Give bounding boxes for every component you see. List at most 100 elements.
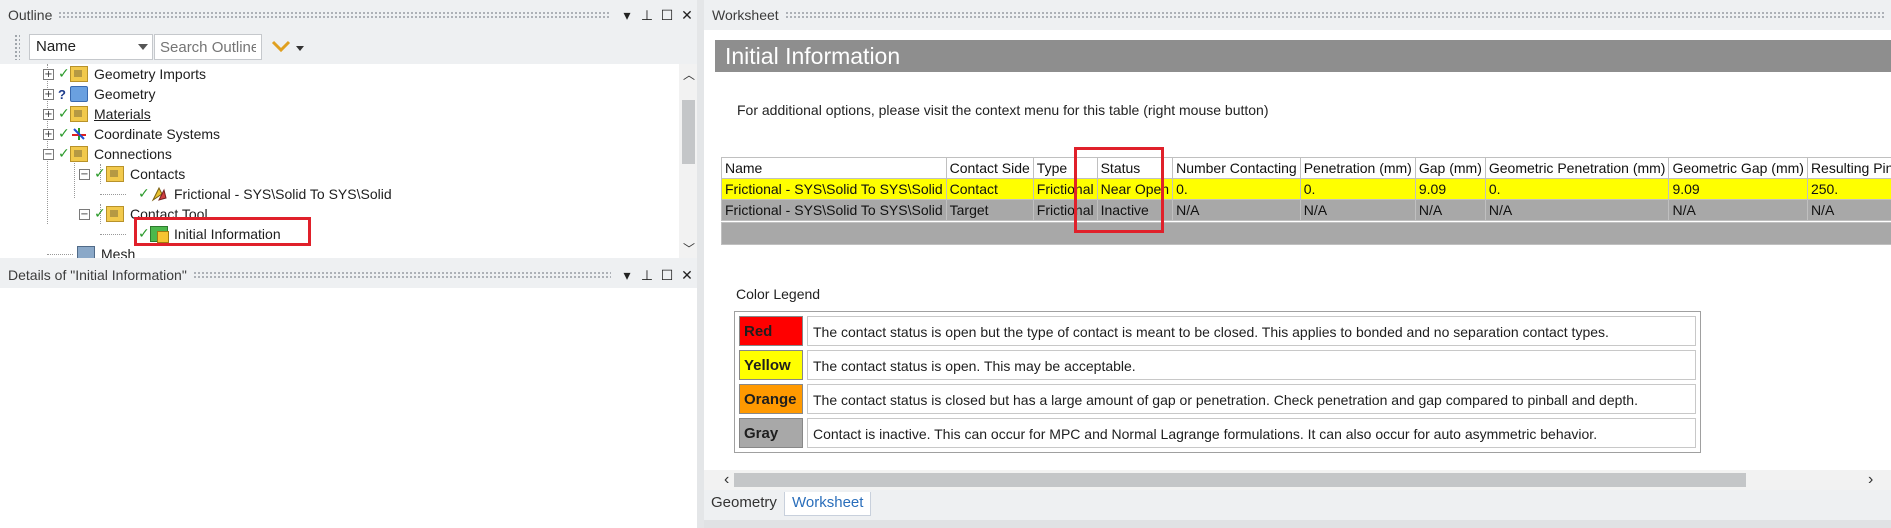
header-grip [58, 11, 611, 19]
scroll-left-icon[interactable]: ‹ [724, 471, 729, 489]
table-row[interactable]: Frictional - SYS\Solid To SYS\Solid Targ… [721, 199, 1891, 221]
table-cell: 0. [1172, 178, 1301, 200]
chevron-down-icon [138, 44, 148, 50]
table-cell: N/A [1414, 199, 1486, 221]
tree-item-geometry[interactable]: + ? Geometry [43, 84, 155, 104]
folder-icon [106, 166, 124, 182]
header-grip [192, 271, 611, 279]
legend-title: Color Legend [736, 286, 821, 302]
table-cell: 9.09 [1668, 178, 1808, 200]
tree-item-coordinate-systems[interactable]: + ✓ Coordinate Systems [43, 124, 220, 144]
column-header[interactable]: Number Contacting [1172, 157, 1301, 179]
details-title: Details of "Initial Information" [8, 267, 187, 283]
table-cell: Contact [945, 178, 1034, 200]
scroll-right-icon[interactable]: › [1868, 471, 1873, 489]
close-icon[interactable]: ✕ [677, 267, 697, 284]
maximize-icon[interactable]: ☐ [657, 7, 677, 24]
legend-swatch-yellow: Yellow [739, 350, 803, 380]
table-cell: Frictional - SYS\Solid To SYS\Solid [721, 199, 947, 221]
column-header[interactable]: Name [721, 157, 947, 179]
scroll-down-icon[interactable]: ﹀ [683, 240, 695, 257]
tree-item-label: Geometry [94, 86, 156, 102]
contact-information-table[interactable]: Name Contact Side Type Status Number Con… [721, 157, 1891, 221]
table-cell: Frictional - SYS\Solid To SYS\Solid [721, 178, 947, 200]
outline-panel-header: Outline ▾ ⊥ ☐ ✕ [0, 5, 697, 25]
checkmark-icon: ✓ [94, 206, 106, 222]
legend-description: Contact is inactive. This can occur for … [807, 418, 1696, 448]
tab-geometry[interactable]: Geometry [704, 492, 784, 516]
table-cell: 0. [1299, 178, 1416, 200]
dropdown-icon[interactable]: ▾ [617, 7, 637, 24]
pin-icon[interactable]: ⊥ [637, 267, 657, 284]
expand-icon[interactable]: + [43, 128, 54, 140]
table-footer-bar [721, 222, 1891, 245]
table-header-row: Name Contact Side Type Status Number Con… [721, 157, 1891, 179]
scroll-thumb[interactable] [682, 100, 695, 164]
tree-item-geometry-imports[interactable]: + ✓ Geometry Imports [43, 64, 206, 84]
legend-swatch-orange: Orange [739, 384, 803, 414]
tree-item-label: Contacts [130, 166, 186, 182]
outline-toolbar: Name [0, 30, 697, 64]
legend-row: Red The contact status is open but the t… [737, 314, 1698, 348]
tree-connector [100, 234, 126, 235]
scroll-up-icon[interactable]: ︿ [683, 66, 695, 83]
expand-icon[interactable]: + [43, 68, 54, 80]
tree-item-label: Connections [94, 146, 172, 162]
dropdown-icon[interactable]: ▾ [617, 267, 637, 284]
filter-dropdown-icon[interactable] [296, 46, 304, 51]
tree-item-label: Geometry Imports [94, 66, 207, 82]
scroll-thumb[interactable] [734, 473, 1746, 487]
legend-swatch-red: Red [739, 316, 803, 346]
column-header[interactable]: Resulting Pinball ( [1806, 157, 1891, 179]
worksheet-panel-title: Worksheet [712, 7, 779, 23]
horizontal-scrollbar[interactable]: ‹ › [704, 470, 1891, 490]
collapse-icon[interactable]: − [79, 168, 90, 180]
column-header[interactable]: Geometric Gap (mm) [1668, 157, 1808, 179]
legend-row: Yellow The contact status is open. This … [737, 348, 1698, 382]
column-header[interactable]: Contact Side [945, 157, 1034, 179]
outline-tree[interactable]: + ✓ Geometry Imports + ? Geometry + ✓ Ma… [0, 64, 697, 258]
toolbar-grip[interactable] [14, 34, 20, 60]
details-panel-header: Details of "Initial Information" ▾ ⊥ ☐ ✕ [0, 265, 697, 285]
legend-row: Orange The contact status is closed but … [737, 382, 1698, 416]
tree-connector [100, 194, 126, 195]
folder-icon [70, 66, 88, 82]
column-header[interactable]: Penetration (mm) [1299, 157, 1416, 179]
expand-icon[interactable]: + [43, 108, 54, 120]
folder-icon [70, 146, 88, 162]
checkmark-icon: ✓ [58, 106, 70, 122]
filter-chevron-icon[interactable] [270, 36, 292, 56]
table-row[interactable]: Frictional - SYS\Solid To SYS\Solid Cont… [721, 178, 1891, 200]
collapse-icon[interactable]: − [43, 148, 54, 160]
mesh-icon [77, 246, 95, 258]
collapse-icon[interactable]: − [79, 208, 90, 220]
name-filter-select[interactable]: Name [29, 34, 153, 60]
checkmark-icon: ✓ [138, 186, 150, 202]
tree-scrollbar[interactable]: ︿ ﹀ [679, 64, 697, 258]
column-header[interactable]: Gap (mm) [1414, 157, 1486, 179]
tree-item-label: Mesh [101, 246, 136, 258]
tab-worksheet[interactable]: Worksheet [784, 492, 872, 516]
maximize-icon[interactable]: ☐ [657, 267, 677, 284]
tree-item-contacts[interactable]: − ✓ Contacts [79, 164, 185, 184]
tree-item-connections[interactable]: − ✓ Connections [43, 144, 172, 164]
worksheet-hint: For additional options, please visit the… [737, 102, 1269, 118]
legend-row: Gray Contact is inactive. This can occur… [737, 416, 1698, 450]
coordinate-system-icon [70, 126, 88, 142]
close-icon[interactable]: ✕ [677, 7, 697, 24]
expand-icon[interactable]: + [43, 88, 54, 100]
status-highlight-box [1074, 147, 1164, 233]
tree-item-mesh[interactable]: Mesh [77, 244, 135, 258]
table-cell: 250. [1806, 178, 1891, 200]
tree-item-frictional-contact[interactable]: ✓ Frictional - SYS\Solid To SYS\Solid [138, 184, 392, 204]
worksheet-area: Initial Information For additional optio… [704, 30, 1891, 470]
panel-splitter[interactable] [697, 0, 704, 528]
checkmark-icon: ✓ [94, 166, 106, 182]
search-outline-input[interactable] [154, 34, 262, 60]
tree-item-materials[interactable]: + ✓ Materials [43, 104, 151, 124]
pin-icon[interactable]: ⊥ [637, 7, 657, 24]
geometry-icon [70, 86, 88, 102]
column-header[interactable]: Geometric Penetration (mm) [1484, 157, 1670, 179]
table-cell: N/A [1806, 199, 1891, 221]
table-cell: N/A [1172, 199, 1301, 221]
